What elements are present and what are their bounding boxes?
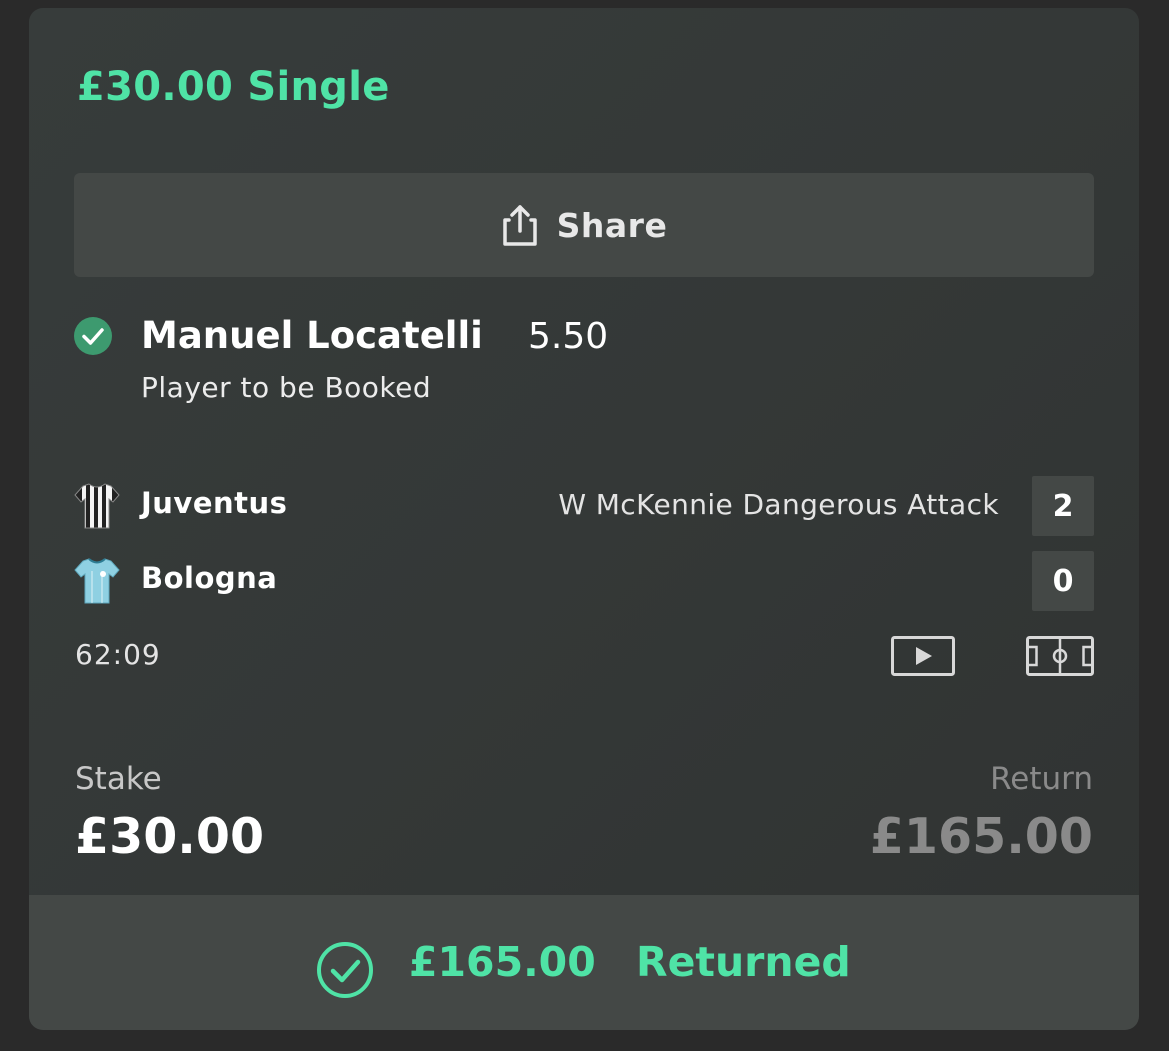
check-circle-outline-icon: [317, 942, 373, 998]
selection-odds: 5.50: [528, 316, 609, 357]
stake-value: £30.00: [75, 808, 265, 865]
match-clock: 62:09: [75, 638, 161, 671]
returned-amount: £165.00: [409, 938, 596, 986]
share-button[interactable]: Share: [74, 173, 1094, 277]
stake-label: Stake: [75, 761, 162, 797]
home-score: 2: [1032, 476, 1094, 536]
live-event-text: W McKennie Dangerous Attack: [558, 488, 999, 521]
pitch-tracker-icon[interactable]: [1026, 636, 1094, 676]
share-icon: [502, 205, 537, 246]
play-stream-icon[interactable]: [891, 636, 955, 676]
black-white-stripes-shirt-icon: [74, 483, 120, 529]
light-blue-shirt-icon: [74, 558, 120, 604]
selection-name: Manuel Locatelli: [141, 314, 483, 357]
home-team-name: Juventus: [141, 486, 288, 520]
bet-card: £30.00 Single Share Manuel Locatelli 5.5…: [29, 8, 1139, 1030]
returned-banner: £165.00 Returned: [29, 895, 1139, 1030]
return-value: £165.00: [869, 808, 1093, 865]
share-label: Share: [556, 205, 668, 245]
away-score: 0: [1032, 551, 1094, 611]
return-label: Return: [990, 761, 1093, 797]
bet-title: £30.00 Single: [77, 64, 390, 110]
away-team-name: Bologna: [141, 561, 278, 595]
check-circle-icon: [74, 317, 112, 355]
returned-status: Returned: [636, 938, 851, 986]
away-team-row: Bologna 0: [74, 551, 1094, 611]
home-team-row: Juventus W McKennie Dangerous Attack 2: [74, 476, 1094, 536]
market-name: Player to be Booked: [141, 371, 432, 404]
